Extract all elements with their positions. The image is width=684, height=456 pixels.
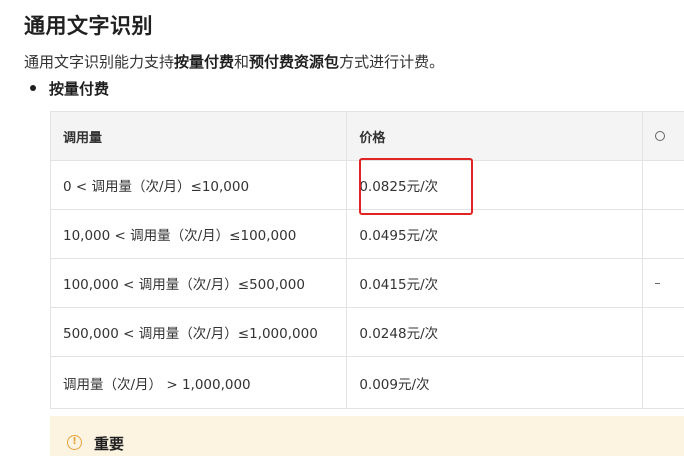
table-row: 10,000 < 调用量（次/月）≤100,000 0.0495元/次	[51, 210, 684, 259]
usage-cell: 调用量（次/月） > 1,000,000	[51, 357, 347, 409]
bullet-label: 按量付费	[49, 80, 109, 98]
price-cell: 0.009元/次	[347, 357, 642, 409]
extra-cell	[642, 161, 684, 210]
intro-suffix: 方式进行计费。	[339, 53, 444, 71]
price-cell: 0.0248元/次	[347, 308, 642, 357]
table-header-row: 调用量 价格	[51, 112, 684, 161]
header-extra	[642, 112, 684, 161]
usage-cell: 500,000 < 调用量（次/月）≤1,000,000	[51, 308, 347, 357]
notice-box: ! 重要	[50, 416, 684, 456]
intro-bold-pay-as-you-go: 按量付费	[174, 53, 234, 71]
bullet-item: 按量付费	[30, 78, 109, 99]
usage-cell: 100,000 < 调用量（次/月）≤500,000	[51, 259, 347, 308]
extra-cell	[642, 357, 684, 409]
usage-cell: 0 < 调用量（次/月）≤10,000	[51, 161, 347, 210]
extra-cell	[642, 210, 684, 259]
header-price: 价格	[347, 112, 642, 161]
extra-cell	[642, 308, 684, 357]
section-title: 通用文字识别	[24, 10, 153, 40]
price-cell: 0.0415元/次	[347, 259, 642, 308]
intro-text: 通用文字识别能力支持按量付费和预付费资源包方式进行计费。	[24, 51, 444, 72]
header-usage: 调用量	[51, 112, 347, 161]
truncated-mark	[655, 283, 660, 284]
table-row: 100,000 < 调用量（次/月）≤500,000 0.0415元/次	[51, 259, 684, 308]
pricing-table: 调用量 价格 0 < 调用量（次/月）≤10,000 0.0825元/次 10,…	[50, 111, 684, 409]
notice-title: 重要	[94, 433, 124, 454]
table-row: 调用量（次/月） > 1,000,000 0.009元/次	[51, 357, 684, 409]
highlight-box	[359, 158, 473, 215]
bullet-dot-icon	[30, 85, 36, 91]
usage-cell: 10,000 < 调用量（次/月）≤100,000	[51, 210, 347, 259]
price-cell: 0.0495元/次	[347, 210, 642, 259]
intro-bold-prepaid: 预付费资源包	[249, 53, 339, 71]
table-row: 500,000 < 调用量（次/月）≤1,000,000 0.0248元/次	[51, 308, 684, 357]
intro-mid: 和	[234, 53, 249, 71]
intro-prefix: 通用文字识别能力支持	[24, 53, 174, 71]
truncated-header-icon	[655, 131, 665, 141]
extra-cell	[642, 259, 684, 308]
